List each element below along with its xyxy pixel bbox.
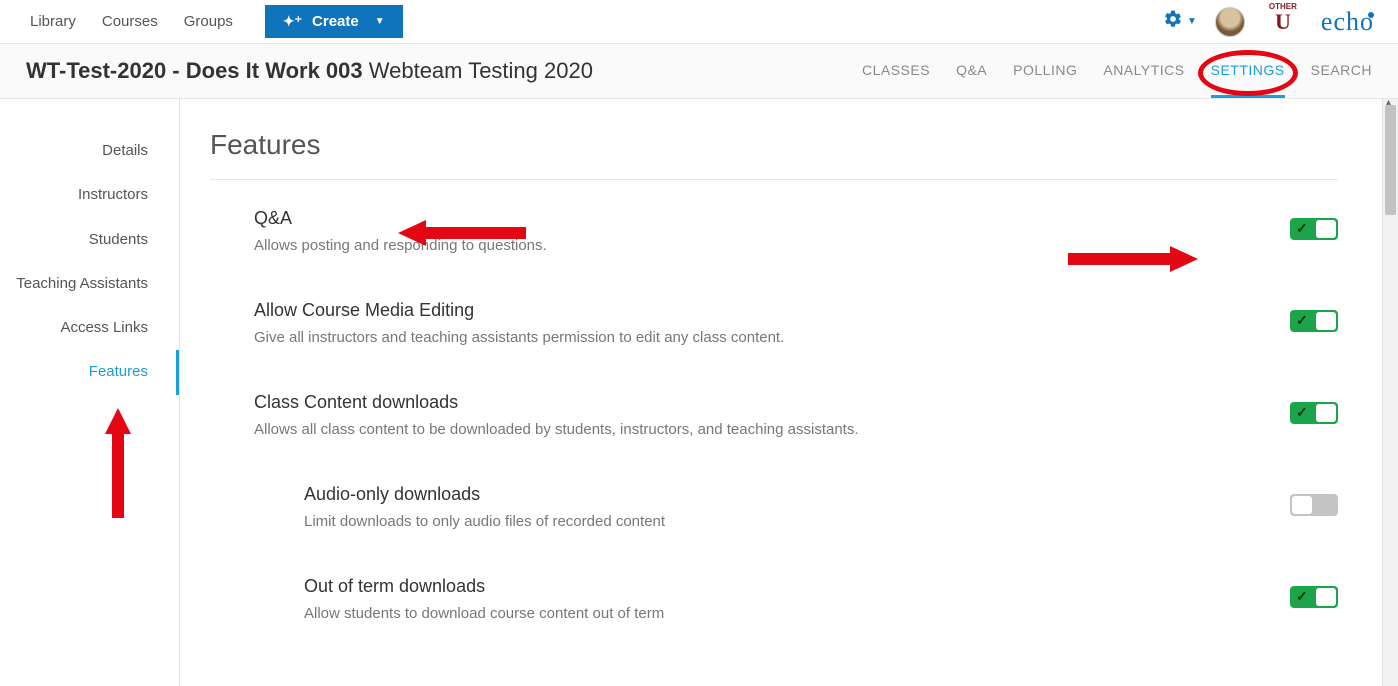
org-badge-top: OTHER xyxy=(1269,2,1297,11)
course-title-rest: Webteam Testing 2020 xyxy=(363,58,593,83)
tab-analytics[interactable]: ANALYTICS xyxy=(1103,44,1184,98)
nav-groups[interactable]: Groups xyxy=(184,13,233,30)
features-list: Q&A Allows posting and responding to ques… xyxy=(210,208,1338,668)
sidebar-item-features[interactable]: Features xyxy=(0,350,179,394)
check-icon: ✓ xyxy=(1296,588,1308,605)
course-title: WT-Test-2020 - Does It Work 003 Webteam … xyxy=(26,58,593,84)
course-header: WT-Test-2020 - Does It Work 003 Webteam … xyxy=(0,44,1398,99)
divider xyxy=(210,179,1338,180)
create-button-label: Create xyxy=(312,13,359,30)
toggle-knob xyxy=(1292,496,1312,514)
tab-settings[interactable]: SETTINGS xyxy=(1211,44,1285,98)
sidebar-item-instructors[interactable]: Instructors xyxy=(0,173,179,217)
toggle-knob xyxy=(1316,220,1336,238)
check-icon: ✓ xyxy=(1296,312,1308,329)
nav-library[interactable]: Library xyxy=(30,13,76,30)
feature-title: Class Content downloads xyxy=(254,392,859,413)
feature-row: Class Content downloads Allows all class … xyxy=(210,392,1338,484)
magic-wand-icon: ✦⁺ xyxy=(283,13,302,30)
org-badge-letter: U xyxy=(1275,9,1291,35)
feature-title: Out of term downloads xyxy=(304,576,664,597)
check-icon: ✓ xyxy=(1296,220,1308,237)
sidebar-item-teaching-assistants[interactable]: Teaching Assistants xyxy=(0,262,179,306)
check-icon: ✓ xyxy=(1296,404,1308,421)
feature-row: Q&A Allows posting and responding to ques… xyxy=(210,208,1338,300)
toggle-knob xyxy=(1316,404,1336,422)
feature-desc: Give all instructors and teaching assist… xyxy=(254,329,784,346)
feature-toggle[interactable]: ✓ xyxy=(1290,310,1338,332)
settings-menu[interactable]: ▼ xyxy=(1163,9,1197,34)
sidebar-item-students[interactable]: Students xyxy=(0,218,179,262)
feature-desc: Allows all class content to be downloade… xyxy=(254,421,859,438)
tab-polling[interactable]: POLLING xyxy=(1013,44,1077,98)
chevron-down-icon: ▼ xyxy=(1187,16,1197,27)
feature-row: Out of term downloads Allow students to d… xyxy=(210,576,1338,668)
feature-toggle[interactable] xyxy=(1290,494,1338,516)
tab-search[interactable]: SEARCH xyxy=(1311,44,1372,98)
chevron-down-icon: ▼ xyxy=(375,16,385,27)
feature-row: Audio-only downloads Limit downloads to o… xyxy=(210,484,1338,576)
feature-title: Audio-only downloads xyxy=(304,484,665,505)
toggle-knob xyxy=(1316,312,1336,330)
create-button[interactable]: ✦⁺ Create ▼ xyxy=(265,5,403,38)
feature-row: Allow Course Media Editing Give all instr… xyxy=(210,300,1338,392)
page-heading: Features xyxy=(210,129,1338,161)
feature-text: Audio-only downloads Limit downloads to o… xyxy=(304,484,665,530)
nav-courses[interactable]: Courses xyxy=(102,13,158,30)
feature-title: Allow Course Media Editing xyxy=(254,300,784,321)
feature-toggle[interactable]: ✓ xyxy=(1290,402,1338,424)
top-nav: Library Courses Groups ✦⁺ Create ▼ ▼ OTH… xyxy=(0,0,1398,44)
feature-text: Out of term downloads Allow students to d… xyxy=(304,576,664,622)
gear-icon xyxy=(1163,9,1183,34)
toggle-knob xyxy=(1316,588,1336,606)
tab-qa[interactable]: Q&A xyxy=(956,44,987,98)
feature-desc: Allow students to download course conten… xyxy=(304,605,664,622)
feature-desc: Allows posting and responding to questio… xyxy=(254,237,547,254)
feature-text: Allow Course Media Editing Give all instr… xyxy=(254,300,784,346)
feature-text: Q&A Allows posting and responding to ques… xyxy=(254,208,547,254)
course-title-bold: WT-Test-2020 - Does It Work 003 xyxy=(26,58,363,83)
feature-toggle[interactable]: ✓ xyxy=(1290,218,1338,240)
main: Features Q&A Allows posting and respondin… xyxy=(180,99,1398,686)
feature-text: Class Content downloads Allows all class … xyxy=(254,392,859,438)
body: DetailsInstructorsStudentsTeaching Assis… xyxy=(0,99,1398,686)
brand-text: echo xyxy=(1321,7,1374,36)
sidebar: DetailsInstructorsStudentsTeaching Assis… xyxy=(0,99,180,686)
sidebar-item-access-links[interactable]: Access Links xyxy=(0,306,179,350)
brand-logo: echo xyxy=(1321,7,1380,37)
feature-title: Q&A xyxy=(254,208,547,229)
org-badge[interactable]: OTHER U xyxy=(1263,2,1303,42)
feature-toggle[interactable]: ✓ xyxy=(1290,586,1338,608)
tab-classes[interactable]: CLASSES xyxy=(862,44,930,98)
scrollbar-thumb[interactable] xyxy=(1385,105,1396,215)
top-nav-left: Library Courses Groups ✦⁺ Create ▼ xyxy=(30,5,403,38)
course-tabs: CLASSES Q&A POLLING ANALYTICS SETTINGS SEARCH xyxy=(862,44,1372,98)
scrollbar[interactable]: ▴ xyxy=(1382,99,1398,686)
avatar[interactable] xyxy=(1215,7,1245,37)
sidebar-item-details[interactable]: Details xyxy=(0,129,179,173)
top-nav-right: ▼ OTHER U echo xyxy=(1163,2,1380,42)
feature-desc: Limit downloads to only audio files of r… xyxy=(304,513,665,530)
